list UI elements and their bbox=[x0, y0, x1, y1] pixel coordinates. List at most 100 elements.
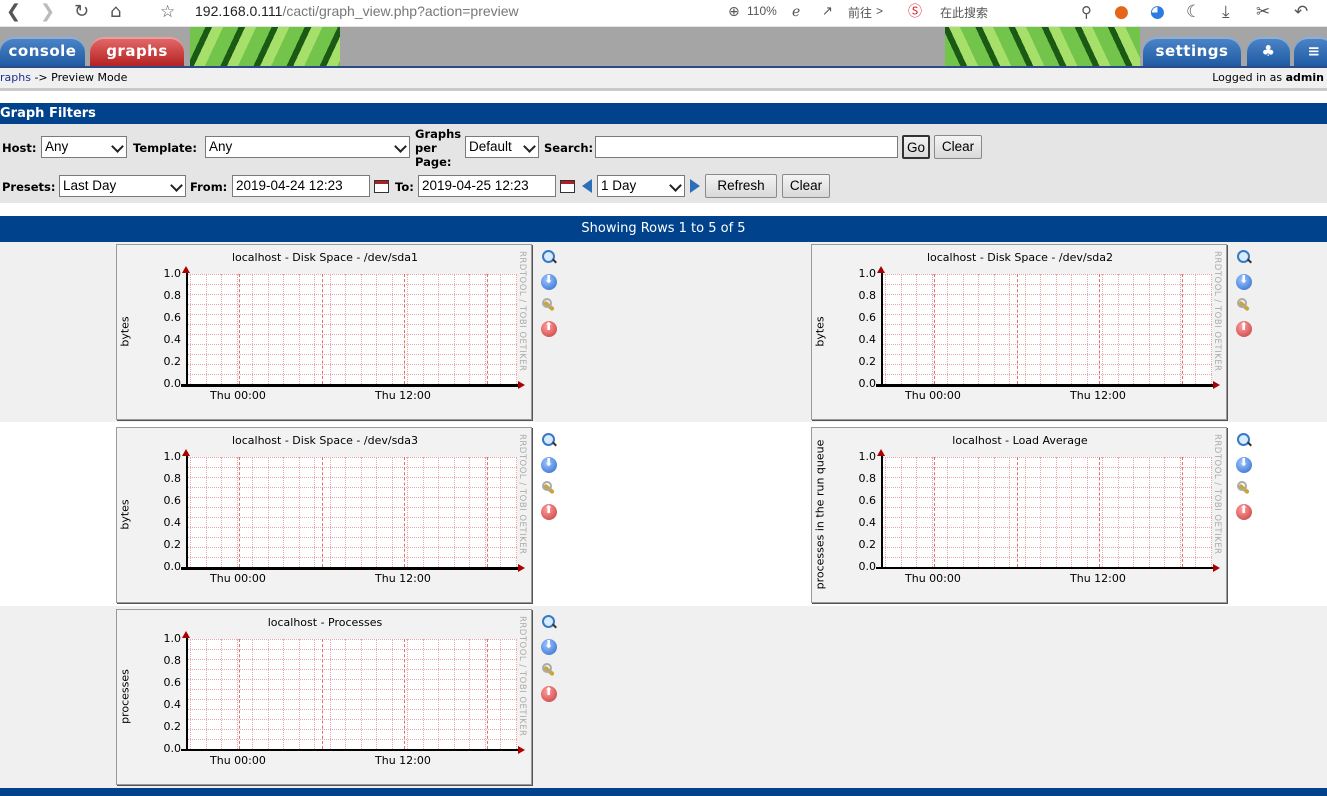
export-csv-icon[interactable] bbox=[541, 638, 557, 655]
grid-major-line bbox=[1099, 274, 1100, 384]
graph-image[interactable]: localhost - Disk Space - /dev/sda3 1.0 0.8… bbox=[116, 427, 532, 603]
tab-tree-view[interactable]: ♣ bbox=[1247, 37, 1290, 66]
grid-line bbox=[962, 457, 964, 567]
search-input[interactable] bbox=[595, 136, 898, 158]
page-top-icon[interactable] bbox=[541, 503, 557, 520]
zoom-graph-icon[interactable] bbox=[1236, 433, 1252, 449]
grid-major-line bbox=[487, 639, 488, 749]
y-tick-label: 0.2 bbox=[858, 355, 877, 368]
login-user: admin bbox=[1285, 71, 1324, 84]
zoom-graph-icon[interactable] bbox=[541, 615, 557, 631]
back-icon[interactable]: ❮ bbox=[6, 1, 21, 23]
zoom-graph-icon[interactable] bbox=[541, 250, 557, 266]
grid-line bbox=[252, 274, 253, 384]
edit-graph-icon[interactable] bbox=[541, 480, 557, 496]
grid-line bbox=[947, 457, 948, 567]
export-csv-icon[interactable] bbox=[541, 273, 557, 290]
tab-settings[interactable]: settings bbox=[1143, 37, 1241, 66]
go-button[interactable]: Go bbox=[902, 135, 930, 159]
clear-button[interactable]: Clear bbox=[934, 135, 982, 159]
graphs-per-page-select[interactable]: Default bbox=[465, 136, 539, 158]
x-axis-arrow bbox=[1213, 381, 1220, 389]
grid-major-line bbox=[404, 639, 405, 749]
refresh-button[interactable]: Refresh bbox=[705, 174, 777, 198]
zoom-level[interactable]: 110% bbox=[747, 4, 777, 18]
calendar-icon[interactable] bbox=[374, 180, 389, 193]
graph-image[interactable]: localhost - Disk Space - /dev/sda1 1.0 0.8… bbox=[116, 244, 532, 420]
export-csv-icon[interactable] bbox=[1236, 273, 1252, 290]
grid-line bbox=[1086, 457, 1088, 567]
plot-area bbox=[187, 457, 517, 568]
tab-console[interactable]: console bbox=[0, 37, 85, 66]
y-tick-label: 0.4 bbox=[163, 698, 182, 711]
shift-left-icon[interactable] bbox=[582, 179, 592, 193]
rows-status-header: Showing Rows 1 to 5 of 5 bbox=[0, 216, 1327, 242]
list-icon: ≡ bbox=[1307, 42, 1321, 60]
grid-line bbox=[916, 457, 917, 567]
edit-graph-icon[interactable] bbox=[1236, 297, 1252, 313]
undo-icon[interactable]: ↶ bbox=[1294, 1, 1308, 23]
to-date-input[interactable]: 2019-04-25 12:23 bbox=[418, 175, 556, 197]
home-icon[interactable]: ⌂ bbox=[110, 1, 121, 23]
grid-line bbox=[391, 639, 393, 749]
grid-line bbox=[484, 274, 486, 384]
cut-icon[interactable]: ✂ bbox=[1256, 1, 1270, 23]
page-top-icon[interactable] bbox=[541, 320, 557, 337]
grid-major-line bbox=[239, 274, 240, 384]
grid-line bbox=[484, 457, 486, 567]
forward-icon[interactable]: ❯ bbox=[40, 1, 55, 23]
grid-line bbox=[345, 639, 346, 749]
browser-search-input[interactable]: 在此搜索 bbox=[940, 4, 988, 21]
share-icon[interactable]: ↗ bbox=[822, 1, 833, 23]
page-top-icon[interactable] bbox=[1236, 320, 1252, 337]
search-engine-icon[interactable]: Ⓢ bbox=[908, 1, 922, 23]
breadcrumb-graphs-link[interactable]: raphs bbox=[0, 71, 31, 84]
host-select[interactable]: Any bbox=[41, 136, 127, 158]
edit-graph-icon[interactable] bbox=[541, 297, 557, 313]
graph-image[interactable]: localhost - Disk Space - /dev/sda2 1.0 0.8… bbox=[811, 244, 1227, 420]
reload-icon[interactable]: ↻ bbox=[74, 1, 89, 23]
search-icon[interactable]: ⚲ bbox=[1081, 1, 1092, 23]
ie-mode-icon[interactable]: ℯ bbox=[792, 1, 800, 23]
graph-image[interactable]: localhost - Processes 1.0 0.8 0.6 0.4 0.2 0.0 T… bbox=[116, 609, 532, 785]
export-csv-icon[interactable] bbox=[1236, 456, 1252, 473]
goto-button[interactable]: 前往 bbox=[848, 4, 872, 21]
address-bar[interactable]: 192.168.0.111/cacti/graph_view.php?actio… bbox=[195, 2, 519, 20]
grid-line bbox=[1148, 457, 1150, 567]
rrdtool-watermark: RRDTOOL / TOBI OETIKER bbox=[517, 616, 527, 737]
grid-line bbox=[1009, 274, 1010, 384]
presets-select[interactable]: Last Day bbox=[59, 175, 186, 197]
export-csv-icon[interactable] bbox=[541, 456, 557, 473]
y-tick-label: 0.4 bbox=[858, 516, 877, 529]
grid-line bbox=[376, 274, 377, 384]
shift-right-icon[interactable] bbox=[690, 179, 700, 193]
grid-line bbox=[236, 457, 238, 567]
tab-list-view[interactable]: ≡ bbox=[1294, 37, 1327, 66]
edit-graph-icon[interactable] bbox=[541, 662, 557, 678]
zoom-graph-icon[interactable] bbox=[541, 433, 557, 449]
page-top-icon[interactable] bbox=[541, 685, 557, 702]
tab-graphs[interactable]: graphs bbox=[90, 37, 184, 66]
zoom-icon[interactable]: ⊕ bbox=[728, 1, 740, 23]
graph-image[interactable]: localhost - Load Average 1.0 0.8 0.6 0.4 0.2 0… bbox=[811, 427, 1227, 603]
zoom-graph-icon[interactable] bbox=[1236, 250, 1252, 266]
login-label: Logged in as bbox=[1212, 71, 1283, 84]
download-icon[interactable]: ⤓ bbox=[1222, 1, 1230, 23]
timespan-select[interactable]: 1 Day bbox=[597, 175, 685, 197]
x-tick-label: Thu 12:00 bbox=[1070, 572, 1126, 585]
chevron-right-icon[interactable]: > bbox=[876, 4, 883, 18]
edit-graph-icon[interactable] bbox=[1236, 480, 1252, 496]
game-icon[interactable]: ● bbox=[1114, 1, 1129, 23]
grid-line bbox=[329, 639, 331, 749]
from-date-input[interactable]: 2019-04-24 12:23 bbox=[232, 175, 370, 197]
clear-time-button[interactable]: Clear bbox=[782, 174, 830, 198]
night-mode-icon[interactable]: ☾ bbox=[1186, 1, 1201, 23]
speedometer-icon[interactable]: ◕ bbox=[1150, 1, 1165, 23]
calendar-icon[interactable] bbox=[560, 180, 575, 193]
bookmark-star-icon[interactable]: ☆ bbox=[160, 1, 175, 23]
page-top-icon[interactable] bbox=[1236, 503, 1252, 520]
grid-line bbox=[1055, 457, 1057, 567]
template-select[interactable]: Any bbox=[205, 136, 410, 158]
grid-line bbox=[236, 639, 238, 749]
grid-line bbox=[391, 274, 393, 384]
